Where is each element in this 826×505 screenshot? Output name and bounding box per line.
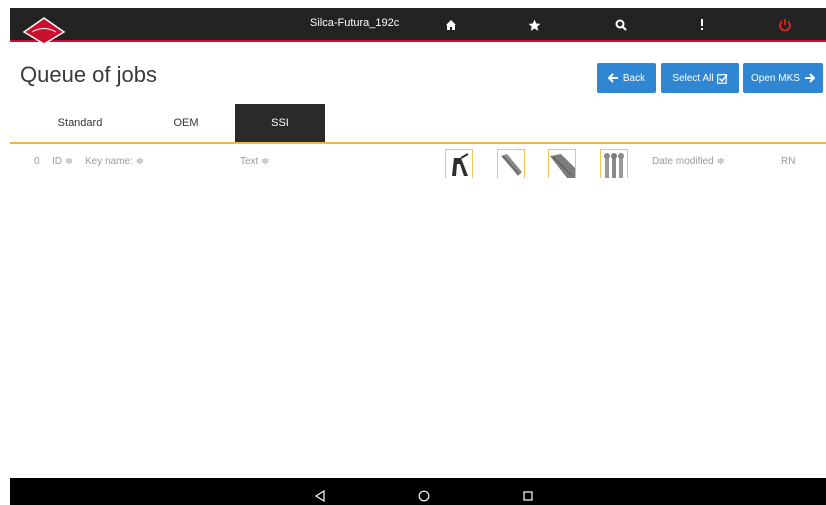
col-date-modified[interactable]: Date modified ≑ bbox=[652, 156, 725, 167]
page-title: Queue of jobs bbox=[20, 62, 157, 87]
system-nav-bar bbox=[10, 478, 826, 505]
multi-cutter-icon[interactable] bbox=[600, 149, 628, 178]
diagonal-cutter-icon[interactable] bbox=[497, 149, 525, 178]
select-all-button[interactable]: Select All bbox=[661, 63, 739, 93]
col-id[interactable]: ID ≑ bbox=[52, 156, 73, 167]
power-icon[interactable] bbox=[774, 14, 796, 36]
recents-square-icon[interactable] bbox=[518, 486, 538, 505]
wide-cutter-icon[interactable] bbox=[548, 149, 576, 178]
tab-ssi[interactable]: SSI bbox=[235, 104, 325, 142]
tab-standard[interactable]: Standard bbox=[30, 104, 130, 142]
back-button[interactable]: Back bbox=[597, 63, 656, 93]
col-key-name[interactable]: Key name: ≑ bbox=[85, 156, 144, 167]
star-icon[interactable] bbox=[523, 14, 545, 36]
checkbox-checked-icon bbox=[716, 73, 728, 84]
open-mks-button[interactable]: Open MKS bbox=[743, 63, 823, 93]
home-circle-icon[interactable] bbox=[414, 486, 434, 505]
back-triangle-icon[interactable] bbox=[310, 486, 330, 505]
search-icon[interactable] bbox=[610, 14, 632, 36]
app-window: Silca-Futura_192c Queue of jobs Back Sel… bbox=[10, 8, 826, 505]
cutter-type-a-icon[interactable] bbox=[445, 149, 473, 178]
col-rn[interactable]: RN bbox=[781, 156, 795, 167]
table-header: 0 ID ≑ Key name: ≑ Text ≑ Date modified … bbox=[10, 148, 826, 178]
top-bar: Silca-Futura_192c bbox=[10, 8, 826, 45]
arrow-left-icon bbox=[607, 73, 619, 83]
open-mks-label: Open MKS bbox=[751, 72, 800, 84]
tab-oem[interactable]: OEM bbox=[138, 104, 234, 142]
col-text[interactable]: Text ≑ bbox=[240, 156, 270, 167]
device-name: Silca-Futura_192c bbox=[310, 17, 400, 29]
back-label: Back bbox=[622, 72, 646, 84]
select-all-label: Select All bbox=[672, 72, 714, 84]
col-count: 0 bbox=[34, 156, 40, 167]
tab-bar: Standard OEM SSI bbox=[10, 104, 826, 144]
home-icon[interactable] bbox=[440, 14, 462, 36]
arrow-right-icon bbox=[804, 73, 815, 83]
jobs-list bbox=[10, 180, 826, 476]
tab-underline bbox=[10, 142, 826, 144]
more-vertical-icon[interactable] bbox=[691, 14, 713, 36]
silca-logo bbox=[20, 16, 68, 51]
